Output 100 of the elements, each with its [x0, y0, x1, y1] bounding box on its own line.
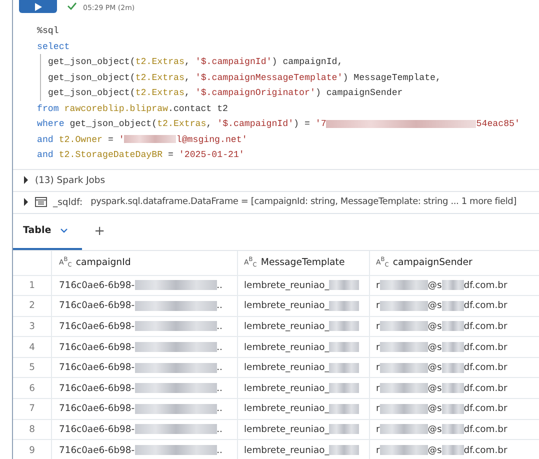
redacted-text [329, 280, 360, 290]
redacted-text [380, 404, 428, 414]
redacted-text [380, 362, 428, 373]
redacted-text [329, 300, 360, 311]
table-cell-text: @s [428, 403, 442, 414]
table-cell-text: lembrete_reuniao_ [244, 403, 330, 414]
table-cell-text: .. [216, 320, 222, 332]
row-number: 3 [13, 316, 52, 336]
table-cell-text: r [376, 280, 380, 291]
table-cell-text: df.com.br [464, 444, 508, 456]
table-cell-text: .. [216, 424, 222, 435]
redacted-text [329, 424, 360, 434]
table-cell-text: .. [216, 403, 222, 414]
redacted-text [442, 445, 464, 456]
table-cell-text: df.com.br [464, 280, 508, 291]
table-cell-text: lembrete_reuniao_ [244, 362, 330, 374]
table-cell-text: r [376, 342, 380, 353]
table-cell-text: 716c0ae6-6b98- [59, 424, 135, 435]
table-cell-text: lembrete_reuniao_ [244, 342, 330, 353]
table-cell-text: r [376, 403, 380, 414]
redacted-text [442, 321, 464, 332]
table-cell-text: lembrete_reuniao_ [244, 280, 330, 291]
table-cell-text: lembrete_reuniao_ [244, 424, 330, 435]
redacted-text [380, 300, 428, 311]
redacted-text [380, 321, 428, 332]
redacted-text [329, 321, 360, 332]
table-cell-text: 716c0ae6-6b98- [59, 300, 135, 312]
table-cell-text: 716c0ae6-6b98- [59, 444, 135, 456]
redacted-text [380, 424, 428, 434]
table-cell-text: .. [216, 362, 222, 374]
code-line: from rawcoreblip.blipraw.contact t2 [37, 102, 230, 116]
play-icon [33, 2, 43, 12]
row-number: 5 [13, 358, 52, 378]
code-line: where get_json_object(t2.Extras, '$.campaignId') = '7 54eac85' [37, 117, 521, 131]
table-icon [35, 197, 47, 207]
table-cell-text: df.com.br [464, 320, 508, 332]
row-number: 8 [13, 420, 52, 440]
redacted-text [442, 383, 464, 394]
redacted-text [380, 280, 428, 290]
table-cell-text: lembrete_reuniao_ [244, 320, 330, 332]
dataframe-schema: pyspark.sql.dataframe.DataFrame = [campaignId: string, MessageTemplate: string ... 1 more field] [90, 197, 516, 207]
redacted-text [329, 342, 360, 352]
run-button[interactable] [19, 0, 57, 13]
table-cell-text: r [376, 424, 380, 435]
redacted-text [380, 383, 428, 394]
table-cell-text: df.com.br [464, 403, 508, 414]
table-cell-text: .. [216, 444, 222, 456]
redacted-text [329, 383, 360, 394]
add-tab-button[interactable]: + [82, 214, 118, 250]
redacted-text [380, 445, 428, 456]
redacted-text [442, 362, 464, 373]
redacted-text [329, 404, 360, 414]
table-cell-text: df.com.br [464, 424, 508, 435]
table-cell-text: @s [428, 320, 442, 332]
table-cell-text: 716c0ae6-6b98- [59, 403, 135, 414]
spark-jobs-label: (13) Spark Jobs [35, 174, 106, 186]
table-cell-text: .. [216, 342, 222, 353]
redacted-text [442, 404, 464, 414]
table-cell-text: df.com.br [464, 342, 508, 353]
table-cell-text: 716c0ae6-6b98- [59, 342, 135, 353]
code-line: and t2.StorageDateDayBR = '2025-01-21' [37, 148, 246, 162]
table-cell-text: .. [216, 280, 222, 291]
code-line: and t2.Owner = ' l@msging.net' [37, 132, 248, 146]
table-cell-text: df.com.br [464, 300, 508, 312]
dataframe-name: _sqldf: [53, 196, 83, 208]
chevron-down-icon [60, 228, 68, 233]
table-cell-text: @s [428, 444, 442, 456]
table-cell-text: @s [428, 362, 442, 374]
redacted-text [442, 300, 464, 311]
table-cell-text: 716c0ae6-6b98- [59, 382, 135, 394]
check-icon [67, 2, 77, 10]
code-line: get_json_object(t2.Extras, '$.campaignOriginator') campaignSender [37, 85, 539, 100]
table-cell-text: lembrete_reuniao_ [244, 300, 330, 312]
row-number: 9 [13, 440, 52, 459]
redacted-text [329, 362, 360, 373]
table-cell-text: r [376, 320, 380, 332]
table-cell-text: @s [428, 300, 442, 312]
dataframe-row[interactable]: _sqldf: pyspark.sql.dataframe.DataFrame = [campaignId: string, MessageTemplate: string ... 1 more field] [13, 190, 539, 212]
table-cell-text: 716c0ae6-6b98- [59, 320, 135, 332]
table-cell-text: r [376, 382, 380, 394]
table-cell-text: r [376, 444, 380, 456]
table-cell-text: df.com.br [464, 382, 508, 394]
table-cell-text: @s [428, 424, 442, 435]
redacted-text [380, 342, 428, 352]
table-cell-text: r [376, 362, 380, 374]
row-number: 7 [13, 399, 52, 419]
table-cell-text: r [376, 300, 380, 312]
table-cell-text: @s [428, 280, 442, 291]
table-cell-text: 716c0ae6-6b98- [59, 362, 135, 374]
table-cell-text: @s [428, 342, 442, 353]
code-line: %sql [37, 24, 60, 38]
table-cell-text: @s [428, 382, 442, 394]
table-cell-text: 716c0ae6-6b98- [59, 280, 135, 291]
row-number: 4 [13, 337, 52, 357]
spark-jobs-row[interactable]: (13) Spark Jobs [13, 168, 539, 190]
redacted-text [329, 445, 360, 456]
table-cell-text: .. [216, 382, 222, 394]
result-tab[interactable]: Table [13, 214, 82, 250]
redacted-text [442, 424, 464, 434]
row-number: 1 [13, 276, 52, 296]
